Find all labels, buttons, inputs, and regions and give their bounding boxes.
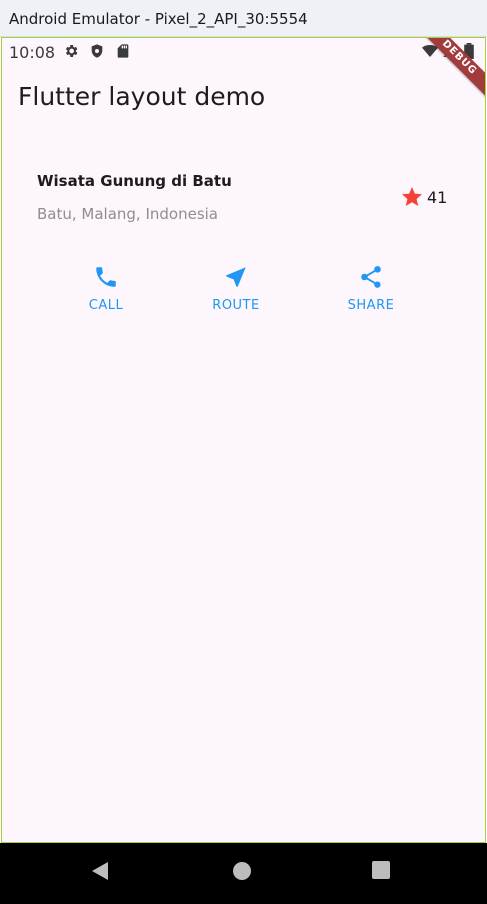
status-bar: 10:08 DEBUG (2, 38, 485, 107)
route-button[interactable]: ROUTE (186, 264, 286, 324)
home-icon[interactable] (232, 861, 252, 886)
phone-icon (96, 267, 116, 287)
settings-icon (63, 43, 79, 59)
back-icon[interactable] (91, 861, 109, 886)
device-screen: 10:08 DEBUG Flutter layout demo Wisata G… (1, 37, 486, 843)
android-nav-bar (0, 843, 487, 904)
route-label: ROUTE (212, 298, 260, 313)
share-icon (361, 266, 381, 288)
window-title: Android Emulator - Pixel_2_API_30:5554 (9, 10, 308, 28)
recents-icon[interactable] (372, 861, 390, 884)
call-button[interactable]: CALL (56, 264, 156, 324)
app-bar-title: Flutter layout demo (18, 82, 266, 111)
rating-count: 41 (427, 188, 448, 207)
place-title: Wisata Gunung di Batu (37, 172, 232, 190)
share-button[interactable]: SHARE (321, 264, 421, 324)
place-location: Batu, Malang, Indonesia (37, 205, 219, 223)
call-label: CALL (88, 298, 124, 313)
status-time: 10:08 (9, 43, 56, 62)
emulator-title-bar: Android Emulator - Pixel_2_API_30:5554 (0, 0, 487, 37)
shield-icon (89, 43, 105, 59)
near-me-icon (226, 267, 246, 287)
sd-card-icon (115, 43, 131, 59)
share-label: SHARE (347, 298, 395, 313)
star-icon (402, 187, 422, 206)
